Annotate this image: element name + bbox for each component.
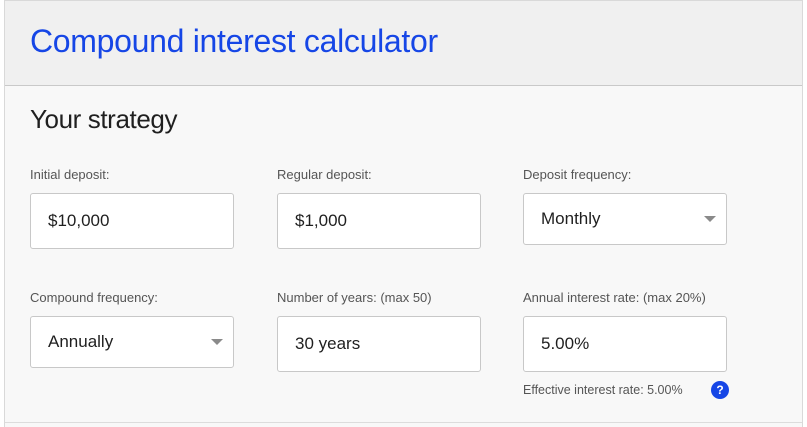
page-title: Compound interest calculator [30, 23, 438, 59]
years-input[interactable]: 30 years [277, 316, 481, 372]
effective-rate-text: Effective interest rate: 5.00% [523, 383, 683, 397]
interest-rate-label: Annual interest rate: (max 20%) [523, 290, 706, 305]
deposit-frequency-value: Monthly [541, 209, 601, 228]
years-label: Number of years: (max 50) [277, 290, 432, 305]
chevron-down-icon [704, 216, 716, 222]
deposit-frequency-label: Deposit frequency: [523, 167, 632, 182]
interest-rate-input[interactable]: 5.00% [523, 316, 727, 372]
divider [5, 422, 802, 423]
initial-deposit-input[interactable]: $10,000 [30, 193, 234, 249]
regular-deposit-label: Regular deposit: [277, 167, 372, 182]
help-icon[interactable]: ? [711, 381, 729, 399]
compound-frequency-label: Compound frequency: [30, 290, 158, 305]
chevron-down-icon [211, 339, 223, 345]
calculator-header: Compound interest calculator [5, 0, 802, 86]
deposit-frequency-select[interactable]: Monthly [523, 193, 727, 245]
initial-deposit-label: Initial deposit: [30, 167, 110, 182]
section-title: Your strategy [30, 104, 178, 134]
compound-frequency-select[interactable]: Annually [30, 316, 234, 368]
regular-deposit-input[interactable]: $1,000 [277, 193, 481, 249]
compound-frequency-value: Annually [48, 332, 114, 351]
calculator-card: Compound interest calculator Your strate… [4, 0, 803, 427]
